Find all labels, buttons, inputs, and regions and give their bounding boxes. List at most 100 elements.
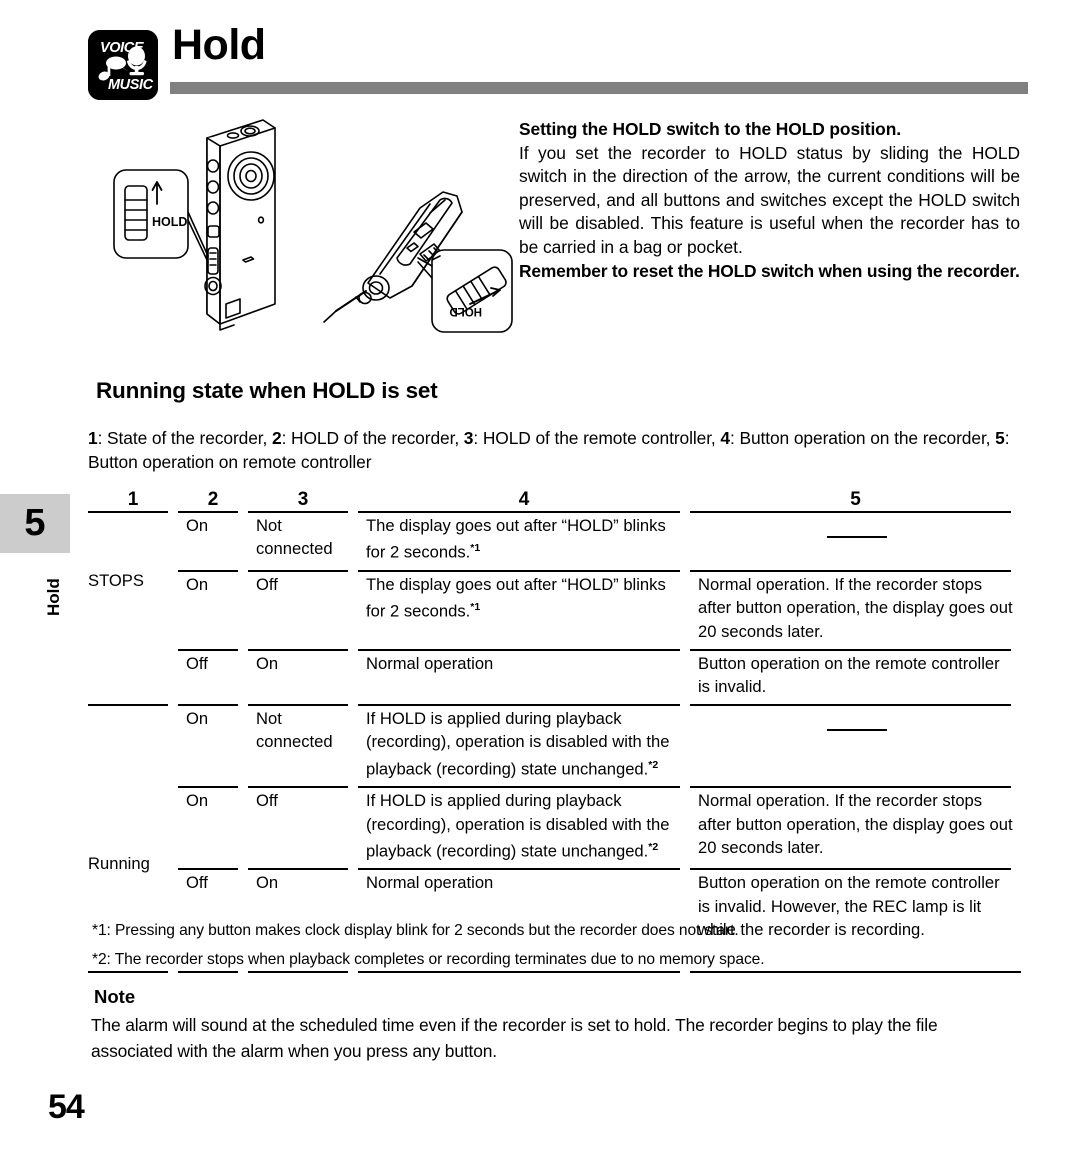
intro-lead-hold: HOLD — [612, 119, 662, 139]
table-row: STOPS On Not connected The display goes … — [88, 511, 1021, 590]
rule — [358, 868, 680, 871]
section-heading: Running state when HOLD is set — [96, 378, 438, 403]
state-label-running: Running — [88, 854, 150, 874]
cell-text: Off — [256, 791, 278, 811]
cell-recorder-operation: If HOLD is applied during playback (reco… — [358, 786, 690, 868]
cell-hold-recorder: On — [178, 570, 248, 649]
cell-remote-operation: Normal operation. If the recorder stops … — [690, 786, 1021, 868]
rule — [358, 704, 680, 707]
cell-text: Normal operation — [366, 873, 494, 893]
rule — [248, 786, 348, 789]
title-rule — [170, 82, 1028, 94]
intro-lead-before: Setting the — [519, 119, 613, 139]
legend-num-5: 5 — [995, 428, 1005, 448]
table-header-2: 2 — [207, 489, 219, 510]
footnote-2: *2: The recorder stops when playback com… — [92, 951, 765, 968]
note-heading: Note — [94, 986, 136, 1007]
cell-main-text: If HOLD is applied during playback (reco… — [366, 791, 670, 861]
page-header: VOICE MUSIC Hold — [88, 24, 1028, 100]
cell-text: Normal operation. If the recorder stops … — [698, 791, 1013, 857]
legend-num-3: 3 — [463, 428, 474, 448]
cell-text: Off — [186, 873, 208, 893]
intro-body: If you set the recorder to HOLD status b… — [519, 142, 1020, 257]
chapter-tab: 5 — [0, 494, 70, 553]
cell-recorder-operation: If HOLD is applied during playback (reco… — [358, 704, 690, 786]
rule — [248, 511, 348, 514]
cell-hold-remote: Off — [248, 570, 358, 649]
table-header-3: 3 — [297, 489, 309, 510]
legend-num-2: 2 — [271, 428, 282, 448]
cell-main-text: If HOLD is applied during playback (reco… — [366, 709, 670, 779]
table-header-5: 5 — [850, 489, 861, 510]
cell-hold-recorder: On — [178, 704, 248, 786]
state-label-stops: STOPS — [88, 571, 144, 591]
cell-recorder-operation: Normal operation — [358, 648, 690, 704]
rule — [690, 648, 1011, 651]
cell-hold-remote: On — [248, 648, 358, 704]
rule — [178, 868, 238, 871]
rule — [88, 511, 168, 514]
cell-remote-operation — [690, 511, 1021, 570]
cell-text: On — [186, 575, 209, 595]
cell-text: The display goes out after “HOLD” blinks… — [366, 573, 684, 623]
cell-hold-recorder: On — [178, 786, 248, 868]
rule — [690, 570, 1011, 573]
footnote-marker: *1 — [470, 601, 481, 614]
rule — [248, 868, 348, 871]
cell-hold-remote: Not connected — [248, 704, 358, 786]
cell-text: Not connected — [256, 709, 333, 752]
svg-text:HOLD: HOLD — [152, 215, 187, 229]
cell-text: Off — [186, 653, 208, 673]
page-title: Hold — [172, 21, 266, 69]
cell-hold-remote: Off — [248, 786, 358, 868]
cell-text: Button operation on the remote controlle… — [698, 653, 1000, 696]
legend-text-1: : State of the recorder, — [97, 428, 272, 448]
cell-text: If HOLD is applied during playback (reco… — [366, 707, 684, 780]
cell-recorder-operation: The display goes out after “HOLD” blinks… — [358, 511, 690, 570]
legend-num-4: 4 — [720, 428, 730, 448]
column-legend: 1: State of the recorder, 2: HOLD of the… — [88, 427, 1024, 474]
cell-hold-recorder: Off — [178, 648, 248, 704]
cell-text: On — [256, 653, 279, 673]
hold-switch-illustration: HOLD HOLD — [100, 108, 520, 350]
footnotes-block: *1: Pressing any button makes clock disp… — [92, 916, 1022, 974]
intro-tail: Remember to reset the HOLD switch when u… — [519, 260, 1020, 281]
rule — [178, 570, 238, 573]
cell-remote-operation — [690, 704, 1021, 786]
table-row: Off On Normal operation Button operation — [88, 648, 1021, 704]
cell-text: Normal operation — [366, 653, 494, 673]
rule — [690, 786, 1011, 789]
empty-dash — [826, 536, 887, 539]
recorder-body-illustration — [204, 119, 276, 331]
cell-text: Not connected — [256, 516, 333, 559]
rule — [358, 648, 680, 651]
cell-text: On — [186, 516, 209, 536]
cell-remote-operation: Button operation on the remote controlle… — [690, 648, 1021, 704]
intro-lead-line: Setting the HOLD switch to the HOLD posi… — [519, 118, 1020, 142]
rule — [690, 704, 1011, 707]
table-row: Running On Not connected If HOLD is appl… — [88, 704, 1021, 873]
cell-text: On — [256, 873, 279, 893]
cell-hold-recorder: On — [178, 511, 248, 570]
cell-text: Normal operation. If the recorder stops … — [698, 575, 1013, 641]
svg-text:MUSIC: MUSIC — [108, 77, 154, 93]
footnote-marker: *2 — [648, 758, 659, 771]
legend-text-2: : HOLD of the recorder, — [281, 428, 464, 448]
footnote-1: *1: Pressing any button makes clock disp… — [92, 922, 739, 939]
cell-text: On — [186, 791, 209, 811]
cell-recorder-operation: The display goes out after “HOLD” blinks… — [358, 570, 690, 649]
page-number: 54 — [48, 1088, 85, 1126]
svg-text:HOLD: HOLD — [449, 305, 482, 317]
note-body: The alarm will sound at the scheduled ti… — [91, 1015, 938, 1061]
hold-state-table: 1 2 3 4 5 STOPS On Not connected The dis… — [88, 488, 1021, 974]
table-row: On Off The display goes out after “HOLD”… — [88, 570, 1021, 649]
rule — [248, 648, 348, 651]
rule — [690, 511, 1011, 514]
table-header-row: 1 2 3 4 5 — [88, 488, 1021, 511]
cell-remote-operation: Normal operation. If the recorder stops … — [690, 570, 1021, 649]
chapter-number: 5 — [24, 502, 46, 544]
table-body: STOPS On Not connected The display goes … — [88, 511, 1021, 974]
intro-text-block: Setting the HOLD switch to the HOLD posi… — [519, 118, 1020, 283]
empty-dash — [826, 729, 887, 732]
chapter-name-vertical: Hold — [44, 578, 63, 616]
